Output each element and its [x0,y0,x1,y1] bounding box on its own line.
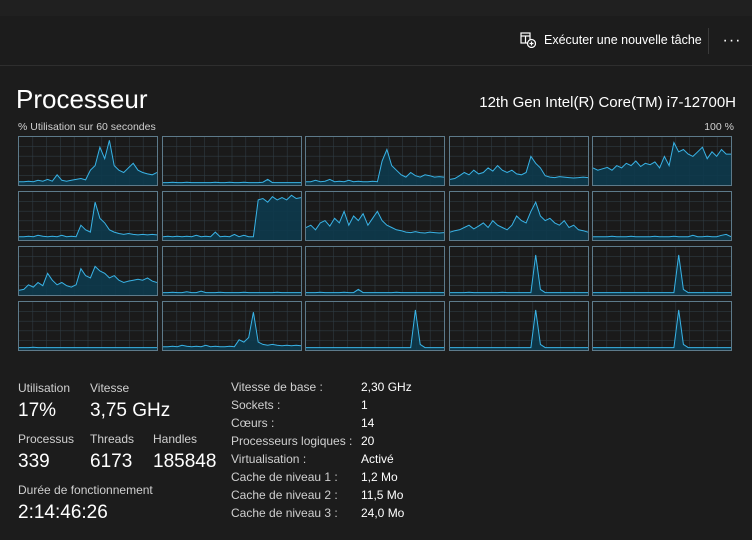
core-graph-14 [449,246,589,296]
info-value: 20 [361,434,375,448]
core-graph-20 [592,301,732,351]
core-graph-plot [19,247,157,295]
core-graph-2 [162,136,302,186]
core-graph-11 [18,246,158,296]
info-value: 11,5 Mo [361,488,404,502]
core-graph-plot [306,247,444,295]
info-key: Processeurs logiques : [231,434,353,448]
core-graph-plot [163,137,301,185]
core-graph-plot [593,137,731,185]
command-bar: Exécuter une nouvelle tâche ··· [0,16,752,66]
core-graph-plot [450,247,588,295]
core-graph-plot [19,137,157,185]
core-graph-6 [18,191,158,241]
core-graph-8 [305,191,445,241]
core-graph-7 [162,191,302,241]
info-value: 24,0 Mo [361,506,405,520]
processes-value: 339 [18,451,50,472]
core-graph-19 [449,301,589,351]
core-graph-plot [163,302,301,350]
info-value: 1 [361,398,368,412]
core-graph-12 [162,246,302,296]
core-graph-1 [18,136,158,186]
core-graph-plot [306,192,444,240]
info-key: Sockets : [231,398,281,412]
core-graph-13 [305,246,445,296]
info-value: 1,2 Mo [361,470,398,484]
core-graph-plot [306,137,444,185]
core-graph-15 [592,246,732,296]
uptime-label: Durée de fonctionnement [18,483,153,497]
info-key: Cache de niveau 2 : [231,488,338,502]
handles-value: 185848 [153,451,217,472]
handles-label: Handles [153,432,198,446]
processes-label: Processus [18,432,75,446]
cpu-name: 12th Gen Intel(R) Core(TM) i7-12700H [479,94,736,111]
core-graph-4 [449,136,589,186]
speed-label: Vitesse [90,381,130,395]
utilisation-label: Utilisation [18,381,71,395]
info-key: Virtualisation : [231,452,307,466]
core-graph-plot [163,247,301,295]
info-value: 14 [361,416,375,430]
window-top-strip [0,0,752,16]
core-graph-plot [19,192,157,240]
speed-value: 3,75 GHz [90,400,171,421]
more-options-button[interactable]: ··· [716,26,748,56]
run-new-task-label: Exécuter une nouvelle tâche [544,33,702,47]
info-value: 2,30 GHz [361,380,412,394]
core-graph-18 [305,301,445,351]
uptime-value: 2:14:46:26 [18,502,108,523]
page-title: Processeur [16,84,148,114]
core-graph-plot [593,247,731,295]
threads-label: Threads [90,432,135,446]
info-key: Cache de niveau 3 : [231,506,338,520]
info-key: Cache de niveau 1 : [231,470,338,484]
core-graph-10 [592,191,732,241]
info-key: Vitesse de base : [231,380,323,394]
core-graph-plot [163,192,301,240]
core-graph-plot [450,137,588,185]
run-task-icon [520,32,536,48]
core-graph-16 [18,301,158,351]
core-graph-9 [449,191,589,241]
core-graph-5 [592,136,732,186]
graph-max-label: 100 % [704,121,734,133]
run-new-task-button[interactable]: Exécuter une nouvelle tâche [512,24,710,56]
core-graph-plot [450,302,588,350]
core-graph-plot [306,302,444,350]
info-key: Cœurs : [231,416,275,430]
graph-caption: % Utilisation sur 60 secondes [18,121,156,133]
toolbar-separator [708,28,709,54]
core-graph-plot [19,302,157,350]
core-graph-3 [305,136,445,186]
core-graph-plot [593,302,731,350]
core-graph-plot [450,192,588,240]
core-graph-17 [162,301,302,351]
info-value: Activé [361,452,394,466]
utilisation-value: 17% [18,400,57,421]
core-graph-plot [593,192,731,240]
threads-value: 6173 [90,451,133,472]
